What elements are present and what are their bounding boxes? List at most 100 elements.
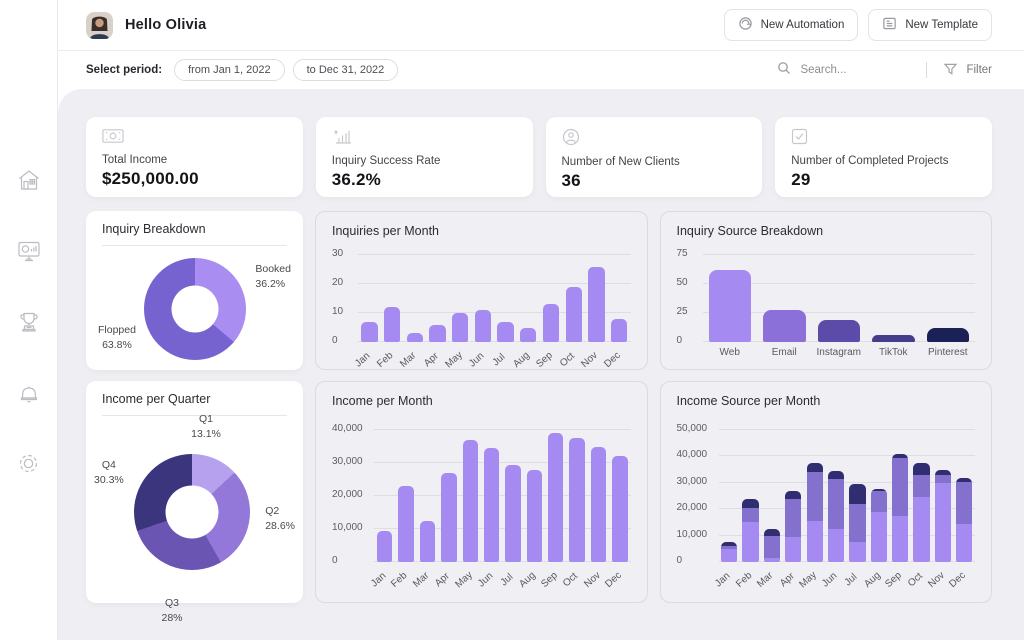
- stacked-bar: [849, 484, 866, 562]
- chart-title: Income Source per Month: [676, 394, 821, 408]
- x-tick-label: TikTok: [878, 347, 908, 358]
- from-date-field[interactable]: from Jan 1, 2022: [174, 59, 285, 81]
- bar: [406, 333, 423, 342]
- filter-button[interactable]: Filter: [943, 62, 992, 79]
- bar-segment-middle-segment: [892, 457, 909, 516]
- bar-slot: [761, 529, 782, 562]
- bar-segment-bottom-segment: [892, 515, 909, 562]
- bar-segment-bottom-segment: [721, 548, 738, 562]
- x-tick: Pinterest: [921, 347, 976, 377]
- bar-slot: [847, 484, 868, 562]
- slice-label-q4: Q4 30.3%: [94, 459, 124, 487]
- bar-segment-middle-segment: [849, 503, 866, 543]
- bar-slot: [417, 520, 438, 562]
- x-tick-label: Pinterest: [928, 347, 968, 358]
- money-icon: [102, 129, 124, 148]
- bar: [569, 438, 585, 562]
- settings-icon[interactable]: [15, 450, 42, 477]
- bar: [565, 286, 582, 342]
- income-per-quarter-card: Income per Quarter Q1 13.1% Q2 28.6% Q3 28%: [86, 381, 303, 624]
- slice-label-q2: Q2 28.6%: [265, 505, 295, 533]
- inquiry-source-breakdown-card: Inquiry Source Breakdown 0 25 50 75 Web Emai…: [659, 211, 992, 370]
- bar: [610, 318, 628, 342]
- bar-slot: [562, 286, 585, 342]
- sidebar: [0, 0, 58, 640]
- bar: [520, 327, 537, 342]
- completed-projects-card: Number of Completed Projects 29: [775, 117, 992, 197]
- x-tick-label: Dec: [947, 569, 969, 590]
- x-tick: Web: [703, 347, 758, 377]
- stat-value: 36: [561, 171, 581, 190]
- search-input[interactable]: [800, 64, 921, 76]
- stacked-bar: [763, 529, 781, 562]
- slice-label-q1: Q1 13.1%: [191, 413, 221, 441]
- stat-label: Number of New Clients: [561, 156, 680, 168]
- bar-slot: [783, 490, 804, 562]
- y-tick-label: 0: [676, 335, 683, 346]
- bar-slot: [517, 327, 540, 342]
- plot-area: [718, 416, 975, 562]
- bar: [398, 486, 414, 562]
- stat-value: 29: [791, 170, 811, 189]
- bar-slot: [609, 456, 630, 562]
- donut-hole: [165, 485, 219, 539]
- bar: [361, 321, 378, 342]
- stacked-bar: [870, 489, 887, 562]
- x-tick: Instagram: [812, 347, 867, 377]
- bar-segment-bottom-segment: [956, 523, 973, 562]
- bar-slot: [588, 446, 609, 562]
- dashboard: Total Income $250,000.00 Inquiry Success…: [58, 89, 1024, 640]
- bar-slot: [932, 469, 953, 562]
- bar-slot: [740, 498, 761, 562]
- bars: [703, 246, 976, 342]
- automation-icon: [738, 16, 753, 34]
- new-template-button[interactable]: New Template: [868, 9, 992, 41]
- stat-value: $250,000.00: [102, 169, 199, 188]
- bar-segment-top-segment: [827, 470, 845, 479]
- app-window: Hello Olivia New Automation New Template…: [0, 0, 1024, 640]
- bar-slot: [395, 486, 416, 562]
- y-tick-label: 40,000: [332, 423, 363, 434]
- y-tick-label: 20: [332, 277, 344, 288]
- stacked-bar: [806, 463, 823, 562]
- bar-slot: [825, 470, 846, 562]
- bell-icon[interactable]: [15, 379, 42, 406]
- stacked-bar: [913, 463, 930, 562]
- x-axis: Jan Feb Mar Apr May Jun Jul Aug Sep Oct Nov Dec: [353, 347, 631, 377]
- bar-segment-middle-segment: [934, 474, 952, 483]
- search-icon: [777, 61, 791, 80]
- bar-slot: [438, 472, 459, 562]
- bar-segment-middle-segment: [763, 535, 781, 559]
- bar: [548, 433, 564, 562]
- x-axis: Jan Feb Mar Apr May Jun Jul Aug Sep Oct Nov Dec: [369, 567, 631, 597]
- bar-segment-middle-segment: [806, 472, 823, 522]
- bar-slot: [403, 333, 426, 342]
- x-axis: Jan Feb Mar Apr May Jun Jul Aug Sep Oct Nov Dec: [713, 567, 976, 597]
- charts-grid: Inquiry Breakdown Booked 36.2% Flopped 63.…: [86, 211, 992, 624]
- chart-title: Income per Month: [332, 394, 433, 408]
- bar-segment-bottom-segment: [806, 521, 823, 562]
- to-date-field[interactable]: to Dec 31, 2022: [292, 59, 399, 81]
- chart-title: Inquiries per Month: [332, 224, 440, 238]
- divider: [926, 62, 928, 78]
- y-tick-label: 10: [332, 306, 344, 317]
- x-tick: Dec: [603, 567, 630, 597]
- home-icon[interactable]: [15, 166, 42, 193]
- donut-chart: [144, 258, 246, 360]
- bar-segment-bottom-segment: [785, 536, 802, 562]
- y-tick-label: 0: [332, 335, 338, 346]
- stacked-bar: [892, 453, 909, 562]
- bar-segment-top-segment: [806, 463, 823, 473]
- bar-segment-bottom-segment: [934, 482, 952, 562]
- bar-segment-bottom-segment: [849, 542, 866, 562]
- bar-segment-bottom-segment: [742, 522, 759, 562]
- y-tick-label: 10,000: [332, 522, 363, 533]
- new-automation-button[interactable]: New Automation: [723, 9, 859, 41]
- dashboard-icon[interactable]: [15, 237, 42, 264]
- bar: [526, 469, 542, 562]
- bar: [474, 310, 492, 342]
- trophy-icon[interactable]: [15, 308, 42, 335]
- user-avatar[interactable]: [86, 11, 113, 39]
- stacked-bar: [721, 542, 738, 562]
- slice-label-q3: Q3 28%: [161, 597, 183, 625]
